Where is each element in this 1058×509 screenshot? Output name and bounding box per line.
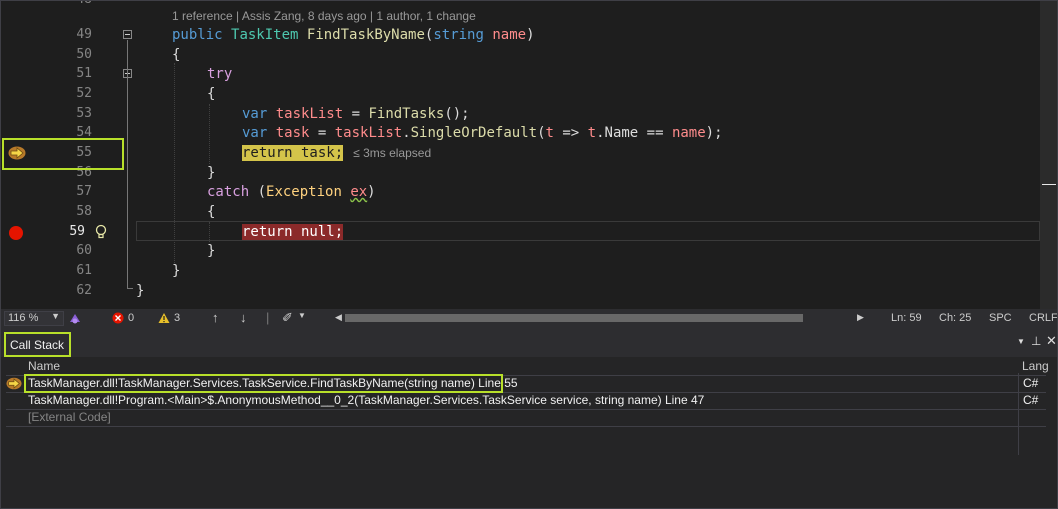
whitespace-indicator[interactable]: SPC bbox=[989, 312, 1012, 324]
copilot-icon[interactable] bbox=[68, 312, 82, 326]
current-frame-arrow-icon bbox=[6, 377, 22, 390]
panel-header: Call Stack ▼ ⊥ ✕ bbox=[0, 329, 1058, 357]
codelens[interactable]: 1 reference | Assis Zang, 8 days ago | 1… bbox=[172, 9, 476, 23]
close-icon[interactable]: ✕ bbox=[1046, 333, 1057, 349]
code-line: } bbox=[207, 243, 216, 259]
line-number: 60 bbox=[76, 243, 92, 258]
code-line: catch (Exception ex) bbox=[207, 184, 376, 200]
code-line: } bbox=[172, 263, 181, 279]
collapse-toggle[interactable] bbox=[123, 30, 132, 39]
line-number: 52 bbox=[76, 86, 92, 101]
highlight-line-55 bbox=[2, 138, 124, 170]
chevron-down-icon[interactable]: ▼ bbox=[298, 311, 306, 320]
code-line: try bbox=[207, 66, 233, 82]
highlight-call-stack-title bbox=[4, 332, 71, 357]
chevron-down-icon[interactable]: ▼ bbox=[1017, 337, 1025, 346]
code-line: var taskList = FindTasks(); bbox=[242, 106, 470, 122]
arrow-up-icon[interactable]: ↑ bbox=[212, 310, 219, 325]
highlight-current-frame bbox=[24, 374, 503, 393]
vertical-scrollbar[interactable] bbox=[1040, 0, 1058, 309]
line-number: 49 bbox=[76, 27, 92, 42]
error-icon[interactable] bbox=[112, 312, 124, 324]
frame-name: TaskManager.dll!Program.<Main>$.Anonymou… bbox=[28, 393, 705, 407]
code-line-current-statement: return task; ≤ 3ms elapsed bbox=[242, 143, 431, 163]
call-stack-panel: Call Stack ▼ ⊥ ✕ Name Lang TaskManager.d… bbox=[0, 329, 1058, 509]
arrow-down-icon[interactable]: ↓ bbox=[240, 310, 247, 325]
column-indicator[interactable]: Ch: 25 bbox=[939, 312, 971, 324]
code-line: { bbox=[207, 204, 216, 220]
code-editor[interactable]: 1 reference | Assis Zang, 8 days ago | 1… bbox=[0, 0, 1058, 309]
warning-icon[interactable] bbox=[158, 312, 170, 324]
code-line: var task = taskList.SingleOrDefault(t =>… bbox=[242, 125, 723, 141]
warning-count[interactable]: 3 bbox=[174, 312, 180, 324]
call-stack-row[interactable]: [External Code] bbox=[0, 409, 1058, 426]
line-number: 48 bbox=[40, 0, 92, 10]
pin-icon[interactable]: ⊥ bbox=[1031, 334, 1041, 348]
line-ending-indicator[interactable]: CRLF bbox=[1029, 312, 1058, 324]
zoom-level: 116 % bbox=[8, 312, 39, 324]
code-line: public TaskItem FindTaskByName(string na… bbox=[172, 27, 535, 43]
line-number: 51 bbox=[76, 66, 92, 81]
line-number-current: 59 bbox=[69, 224, 85, 239]
current-statement: return task; bbox=[242, 145, 344, 161]
column-header-name[interactable]: Name bbox=[28, 359, 60, 375]
scroll-right-icon[interactable]: ▶ bbox=[857, 312, 864, 323]
frame-language: C# bbox=[1023, 393, 1039, 407]
brush-icon[interactable]: ✐ bbox=[282, 310, 293, 326]
scroll-left-icon[interactable]: ◀ bbox=[335, 312, 342, 323]
line-number: 53 bbox=[76, 106, 92, 121]
separator: | bbox=[266, 310, 270, 325]
chevron-down-icon: ▼ bbox=[51, 311, 60, 321]
line-number: 61 bbox=[76, 263, 92, 278]
frame-name: [External Code] bbox=[28, 410, 111, 424]
line-indicator[interactable]: Ln: 59 bbox=[891, 312, 922, 324]
code-line: { bbox=[172, 47, 181, 63]
line-number: 50 bbox=[76, 47, 92, 62]
error-count[interactable]: 0 bbox=[128, 312, 134, 324]
lightbulb-icon[interactable] bbox=[94, 224, 108, 240]
editor-status-strip: 116 % ▼ 0 3 ↑ ↓ | ✐ ▼ ◀ ▶ Ln: 59 Ch: 25 … bbox=[0, 309, 1058, 329]
breakpoint-statement: return null; bbox=[242, 224, 344, 240]
line-number: 62 bbox=[76, 283, 92, 298]
call-stack-row[interactable]: TaskManager.dll!Program.<Main>$.Anonymou… bbox=[0, 392, 1058, 409]
code-line: { bbox=[207, 86, 216, 102]
frame-language: C# bbox=[1023, 376, 1039, 390]
line-number: 58 bbox=[76, 204, 92, 219]
horizontal-scrollbar-thumb[interactable] bbox=[345, 314, 803, 322]
code-line-breakpoint: return null; bbox=[242, 222, 344, 242]
breakpoint-icon[interactable] bbox=[9, 226, 23, 240]
column-header-lang[interactable]: Lang bbox=[1022, 359, 1049, 375]
zoom-dropdown[interactable]: 116 % ▼ bbox=[4, 311, 64, 326]
perf-tip[interactable]: ≤ 3ms elapsed bbox=[353, 146, 431, 160]
code-line: } bbox=[207, 165, 216, 181]
code-line: } bbox=[136, 283, 145, 299]
line-number: 57 bbox=[76, 184, 92, 199]
